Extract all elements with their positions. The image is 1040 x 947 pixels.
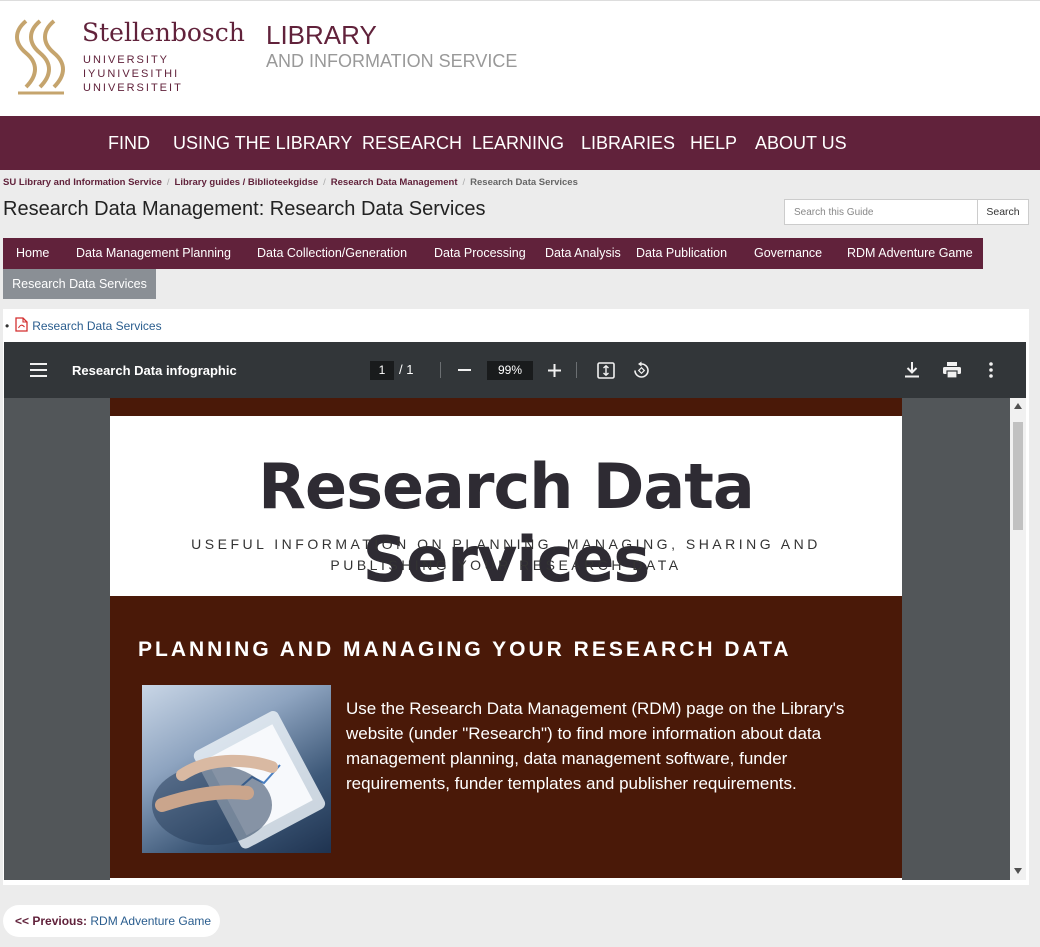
zoom-level-input[interactable]: 99% bbox=[487, 361, 533, 380]
toolbar-divider bbox=[576, 362, 577, 378]
breadcrumb-item[interactable]: Library guides / Biblioteekgidse bbox=[175, 177, 319, 188]
pdf-title: Research Data infographic bbox=[72, 363, 237, 378]
guide-tabs: Home Data Management Planning Data Colle… bbox=[3, 238, 983, 269]
toolbar-divider bbox=[440, 362, 441, 378]
tab-rdm-adventure-game[interactable]: RDM Adventure Game bbox=[847, 238, 973, 269]
site-header: Stellenbosch UNIVERSITY IYUNIVESITHI UNI… bbox=[0, 0, 1040, 116]
scroll-down-icon[interactable] bbox=[1014, 868, 1022, 874]
nav-using-the-library[interactable]: USING THE LIBRARY bbox=[173, 133, 352, 154]
pdf-section-heading: PLANNING AND MANAGING YOUR RESEARCH DATA bbox=[138, 638, 792, 661]
university-line-1: UNIVERSITY bbox=[83, 54, 170, 66]
more-vert-icon[interactable] bbox=[989, 362, 993, 378]
rotate-icon[interactable] bbox=[632, 361, 651, 380]
library-subtitle[interactable]: AND INFORMATION SERVICE bbox=[266, 51, 517, 72]
file-link-label[interactable]: Research Data Services bbox=[32, 319, 161, 333]
file-list-item[interactable]: • Research Data Services bbox=[5, 317, 162, 333]
previous-label: << Previous: bbox=[15, 914, 88, 928]
nav-libraries[interactable]: LIBRARIES bbox=[581, 133, 675, 154]
pdf-file-icon bbox=[15, 317, 28, 332]
previous-page-button[interactable]: << Previous: RDM Adventure Game bbox=[3, 905, 220, 937]
nav-research[interactable]: RESEARCH bbox=[362, 133, 462, 154]
pdf-section: PLANNING AND MANAGING YOUR RESEARCH DATA… bbox=[110, 596, 902, 878]
university-line-2: IYUNIVESITHI bbox=[83, 68, 180, 80]
pdf-section-text: Use the Research Data Management (RDM) p… bbox=[346, 699, 845, 793]
tab-data-publication[interactable]: Data Publication bbox=[636, 238, 727, 269]
tablet-photo bbox=[142, 685, 331, 853]
previous-target: RDM Adventure Game bbox=[90, 914, 212, 928]
nav-about-us[interactable]: ABOUT US bbox=[755, 133, 847, 154]
breadcrumb-separator: / bbox=[462, 177, 466, 188]
fit-page-icon[interactable] bbox=[597, 362, 615, 379]
pdf-top-bar bbox=[110, 398, 902, 416]
tab-research-data-services[interactable]: Research Data Services bbox=[3, 269, 156, 299]
library-title[interactable]: LIBRARY bbox=[266, 20, 377, 51]
nav-learning[interactable]: LEARNING bbox=[472, 133, 564, 154]
university-logo-icon[interactable] bbox=[12, 17, 70, 97]
scroll-up-icon[interactable] bbox=[1014, 403, 1022, 409]
breadcrumb-item[interactable]: SU Library and Information Service bbox=[3, 177, 162, 188]
pdf-scrollbar[interactable] bbox=[1010, 398, 1026, 880]
breadcrumb-current: Research Data Services bbox=[470, 177, 578, 188]
nav-help[interactable]: HELP bbox=[690, 133, 737, 154]
plus-icon[interactable] bbox=[548, 364, 561, 377]
page-total: / 1 bbox=[399, 362, 414, 377]
pdf-subheading-line: PUBLISHING YOUR RESEARCH DATA bbox=[330, 557, 682, 573]
breadcrumb-item[interactable]: Research Data Management bbox=[331, 177, 458, 188]
bullet: • bbox=[5, 319, 10, 333]
tab-governance[interactable]: Governance bbox=[754, 238, 822, 269]
pdf-viewer[interactable]: Research Data infographic 1 / 1 99% Rese… bbox=[4, 342, 1026, 880]
main-navigation: FIND USING THE LIBRARY RESEARCH LEARNING… bbox=[0, 116, 1040, 170]
pdf-page: Research Data Services USEFUL INFORMATIO… bbox=[110, 398, 902, 880]
page-title: Research Data Management: Research Data … bbox=[3, 198, 486, 220]
breadcrumb-separator: / bbox=[323, 177, 326, 188]
university-line-3: UNIVERSITEIT bbox=[83, 82, 183, 94]
tab-data-collection-generation[interactable]: Data Collection/Generation bbox=[257, 238, 407, 269]
scrollbar-thumb[interactable] bbox=[1013, 422, 1023, 530]
pdf-subheading: USEFUL INFORMATION ON PLANNING, MANAGING… bbox=[110, 534, 902, 576]
tab-data-management-planning[interactable]: Data Management Planning bbox=[76, 238, 231, 269]
university-name: Stellenbosch bbox=[82, 18, 245, 47]
nav-find[interactable]: FIND bbox=[108, 133, 150, 154]
breadcrumb-separator: / bbox=[166, 177, 170, 188]
page-number-input[interactable]: 1 bbox=[370, 361, 394, 380]
breadcrumb: SU Library and Information Service / Libra… bbox=[3, 177, 578, 188]
search-input[interactable]: Search this Guide bbox=[784, 199, 978, 225]
download-icon[interactable] bbox=[905, 362, 919, 378]
pdf-subheading-line: USEFUL INFORMATION ON PLANNING, MANAGING… bbox=[191, 536, 821, 552]
tab-data-analysis[interactable]: Data Analysis bbox=[545, 238, 621, 269]
search-button[interactable]: Search bbox=[977, 199, 1029, 225]
print-icon[interactable] bbox=[943, 362, 961, 378]
pdf-toolbar: Research Data infographic 1 / 1 99% bbox=[4, 342, 1026, 398]
menu-icon[interactable] bbox=[30, 363, 47, 377]
minus-icon[interactable] bbox=[458, 369, 471, 371]
tab-home[interactable]: Home bbox=[16, 238, 49, 269]
tab-data-processing[interactable]: Data Processing bbox=[434, 238, 526, 269]
